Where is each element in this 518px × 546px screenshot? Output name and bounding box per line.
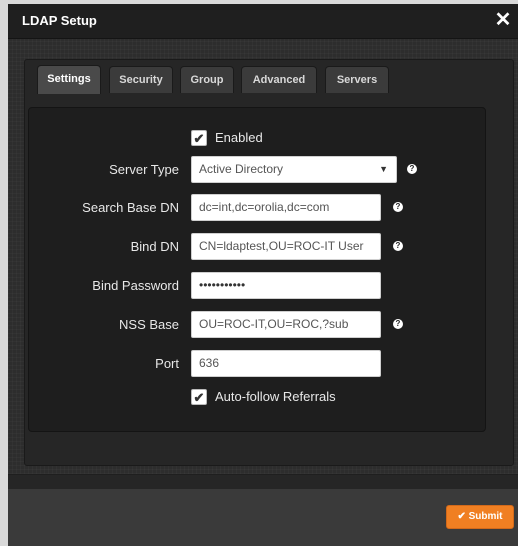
search-base-dn-label: Search Base DN [82,200,179,215]
tab-group[interactable]: Group [180,66,234,93]
port-input[interactable]: 636 [191,350,381,377]
server-type-label: Server Type [109,162,179,177]
tab-advanced[interactable]: Advanced [241,66,317,93]
auto-follow-referrals-checkbox[interactable]: ✔ [191,389,207,405]
port-label: Port [155,356,179,371]
nss-base-input[interactable]: OU=ROC-IT,OU=ROC,?sub [191,311,381,338]
auto-follow-referrals-label: Auto-follow Referrals [215,389,336,404]
settings-form: ✔ Enabled Server Type Active Directory ▼… [28,107,486,432]
enabled-label: Enabled [215,130,263,145]
tab-servers[interactable]: Servers [325,66,389,93]
chevron-down-icon: ▼ [379,164,388,174]
ldap-setup-dialog: LDAP Setup ✕ Settings Security Group Adv… [8,4,518,546]
dialog-footer: ✔ Submit [8,474,518,546]
tab-settings[interactable]: Settings [37,65,101,94]
server-type-value: Active Directory [199,162,284,176]
bind-dn-help-icon[interactable]: ? [393,241,403,251]
dialog-title: LDAP Setup [22,13,97,28]
close-icon[interactable]: ✕ [492,8,514,32]
search-base-dn-help-icon[interactable]: ? [393,202,403,212]
nss-base-label: NSS Base [119,317,179,332]
server-type-help-icon[interactable]: ? [407,164,417,174]
tab-security[interactable]: Security [109,66,173,93]
bind-password-input[interactable]: ••••••••••• [191,272,381,299]
enabled-checkbox[interactable]: ✔ [191,130,207,146]
bind-dn-input[interactable]: CN=ldaptest,OU=ROC-IT User [191,233,381,260]
submit-button[interactable]: ✔ Submit [446,505,514,529]
bind-dn-label: Bind DN [130,239,179,254]
footer-divider [8,475,518,489]
server-type-select[interactable]: Active Directory ▼ [191,156,397,183]
bind-password-label: Bind Password [92,278,179,293]
search-base-dn-input[interactable]: dc=int,dc=orolia,dc=com [191,194,381,221]
nss-base-help-icon[interactable]: ? [393,319,403,329]
dialog-content: Settings Security Group Advanced Servers… [8,39,518,474]
title-bar: LDAP Setup ✕ [8,4,518,39]
